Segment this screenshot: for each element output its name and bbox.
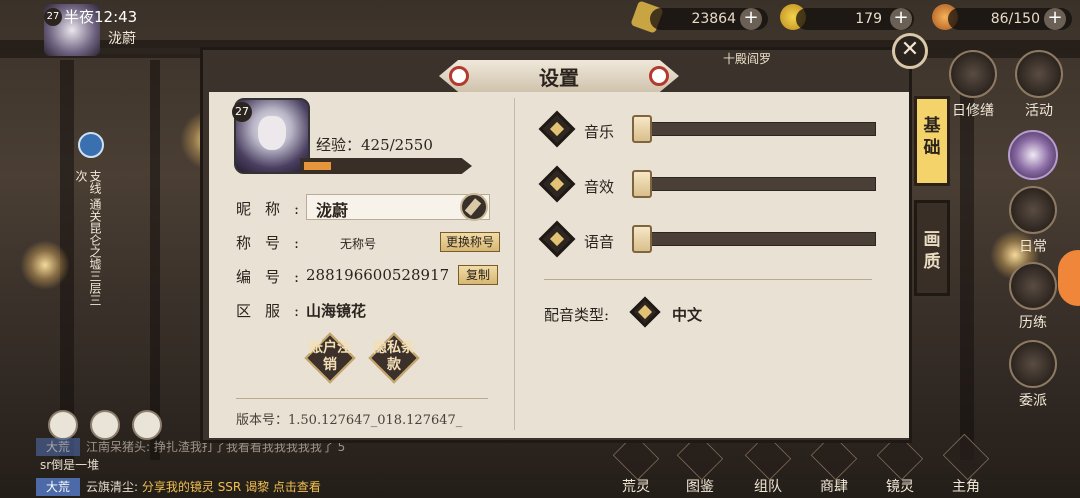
menu-label: 主角 (952, 479, 980, 495)
privacy-terms-button[interactable]: 隐私条款 (368, 332, 420, 384)
pen-icon (464, 198, 482, 216)
voice-slider-handle[interactable] (632, 225, 652, 253)
menu-label: 委派 (1019, 393, 1047, 409)
chat-panel[interactable]: 大荒 江南呆猪头: 挣扎渣我打了我看看我我我我我了 5 sr倒是一堆 大荒 云旗清尘… (36, 438, 596, 498)
id-value: 288196600528917 (306, 266, 450, 284)
server-value: 山海镜花 (306, 302, 367, 320)
dialog-title: 设置 (539, 66, 579, 90)
sfx-slider[interactable] (644, 177, 876, 191)
character-portrait[interactable] (1008, 130, 1058, 180)
title-value: 无称号 (340, 237, 377, 251)
menu-label: 镜灵 (886, 479, 914, 495)
float-button[interactable] (1058, 250, 1080, 306)
music-slider[interactable] (644, 122, 876, 136)
notes-icon[interactable] (132, 410, 162, 440)
sfx-label: 音效 (584, 178, 615, 196)
repair-icon (949, 50, 997, 98)
menu-label: 商肆 (820, 479, 848, 495)
voice-slider[interactable] (644, 232, 876, 246)
avatar-face (258, 116, 286, 150)
play-icon[interactable] (78, 132, 104, 158)
add-jade-button[interactable]: + (890, 8, 912, 30)
add-gold-button[interactable]: + (740, 8, 762, 30)
chat-line: 大荒 云旗清尘: 分享我的镜灵 SSR 谒黎 点击查看 (36, 478, 321, 496)
voice-label: 语音 (584, 233, 615, 251)
version-text: 版本号：1.50.127647_018.127647_ (236, 413, 463, 428)
sfx-slider-handle[interactable] (632, 170, 652, 198)
chat-link[interactable]: 点击查看 (273, 480, 321, 494)
chat-speaker: 云旗清尘: (86, 480, 139, 494)
dialog-subtitle: 十殿阎罗 (723, 52, 772, 66)
chat-message: sr倒是一堆 (40, 458, 100, 472)
menu-codex[interactable]: 图鉴 (670, 433, 730, 496)
menu-repair[interactable]: 日修缮 (944, 50, 1002, 120)
divider (544, 279, 872, 280)
title-label: 称号: (236, 234, 314, 252)
menu-team[interactable]: 组队 (738, 433, 798, 496)
chat-line: sr倒是一堆 (40, 456, 99, 474)
menu-label: 日修缮 (952, 103, 994, 119)
exp-text: 经验：425/2550 (316, 136, 433, 154)
chat-toggle-icon[interactable] (90, 410, 120, 440)
player-exp-bar (100, 48, 200, 54)
divider (236, 398, 488, 399)
change-title-button[interactable]: 更换称号 (440, 232, 500, 252)
close-icon: ✕ (900, 37, 920, 62)
panel-divider (514, 98, 515, 430)
voice-type-value: 中文 (672, 306, 703, 324)
menu-mirror-spirit[interactable]: 镜灵 (870, 433, 930, 496)
account-cancel-label: 账户注销 (309, 340, 351, 373)
privacy-terms-label: 隐私条款 (373, 340, 415, 373)
close-button[interactable]: ✕ (892, 33, 928, 69)
music-slider-handle[interactable] (632, 115, 652, 143)
dispatch-icon (1009, 340, 1057, 388)
lantern (20, 240, 70, 290)
menu-dispatch[interactable]: 委派 (1004, 340, 1062, 410)
server-label: 区服: (236, 302, 314, 320)
protagonist-icon (942, 433, 990, 481)
menu-spirits[interactable]: 荒灵 (606, 433, 666, 496)
menu-label: 日常 (1019, 239, 1047, 255)
player-level-badge: 27 (44, 8, 62, 26)
nickname-value: 泷蔚 (316, 201, 349, 220)
menu-protagonist[interactable]: 主角 (936, 433, 996, 496)
activity-icon (1015, 50, 1063, 98)
chat-channel-tag: 大荒 (36, 438, 80, 456)
tab-basic[interactable]: 基础 (914, 96, 950, 186)
chat-message: 分享我的镜灵 SSR 谒黎 (141, 480, 270, 494)
tab-quality[interactable]: 画质 (914, 200, 950, 296)
menu-training[interactable]: 历练 (1004, 262, 1062, 332)
menu-label: 图鉴 (686, 479, 714, 495)
chat-channel-tag: 大荒 (36, 478, 80, 496)
exp-bar-fill (304, 162, 331, 170)
menu-label: 活动 (1025, 103, 1053, 119)
menu-activity[interactable]: 活动 (1010, 50, 1068, 120)
tab-label: 画质 (923, 230, 941, 272)
nickname-label: 昵称: (236, 200, 314, 218)
voice-type-label: 配音类型: (544, 306, 610, 324)
pillar (960, 60, 974, 460)
account-cancel-button[interactable]: 账户注销 (304, 332, 356, 384)
id-label: 编号: (236, 268, 314, 286)
top-resource-bar: 27 半夜12:43 泷蔚 23864 + 179 + 86/150 + (0, 0, 1080, 56)
level-badge: 27 (232, 102, 252, 122)
add-stamina-button[interactable]: + (1044, 8, 1066, 30)
side-quest-text[interactable]: 支线 通关昆仑之墟三层三次 (74, 170, 102, 310)
menu-label: 组队 (754, 479, 782, 495)
pillar (150, 60, 160, 460)
edit-nickname-button[interactable] (460, 193, 488, 221)
music-label: 音乐 (584, 123, 615, 141)
menu-daily[interactable]: 日常 (1004, 186, 1062, 256)
friends-icon[interactable] (48, 410, 78, 440)
copy-id-button[interactable]: 复制 (458, 265, 498, 285)
clock-text: 半夜12:43 (64, 8, 138, 26)
player-name: 泷蔚 (108, 31, 136, 47)
menu-shop[interactable]: 商肆 (804, 433, 864, 496)
training-icon (1009, 262, 1057, 310)
menu-label: 荒灵 (622, 479, 650, 495)
daily-icon (1009, 186, 1057, 234)
tab-label: 基础 (923, 116, 941, 158)
menu-label: 历练 (1019, 315, 1047, 331)
